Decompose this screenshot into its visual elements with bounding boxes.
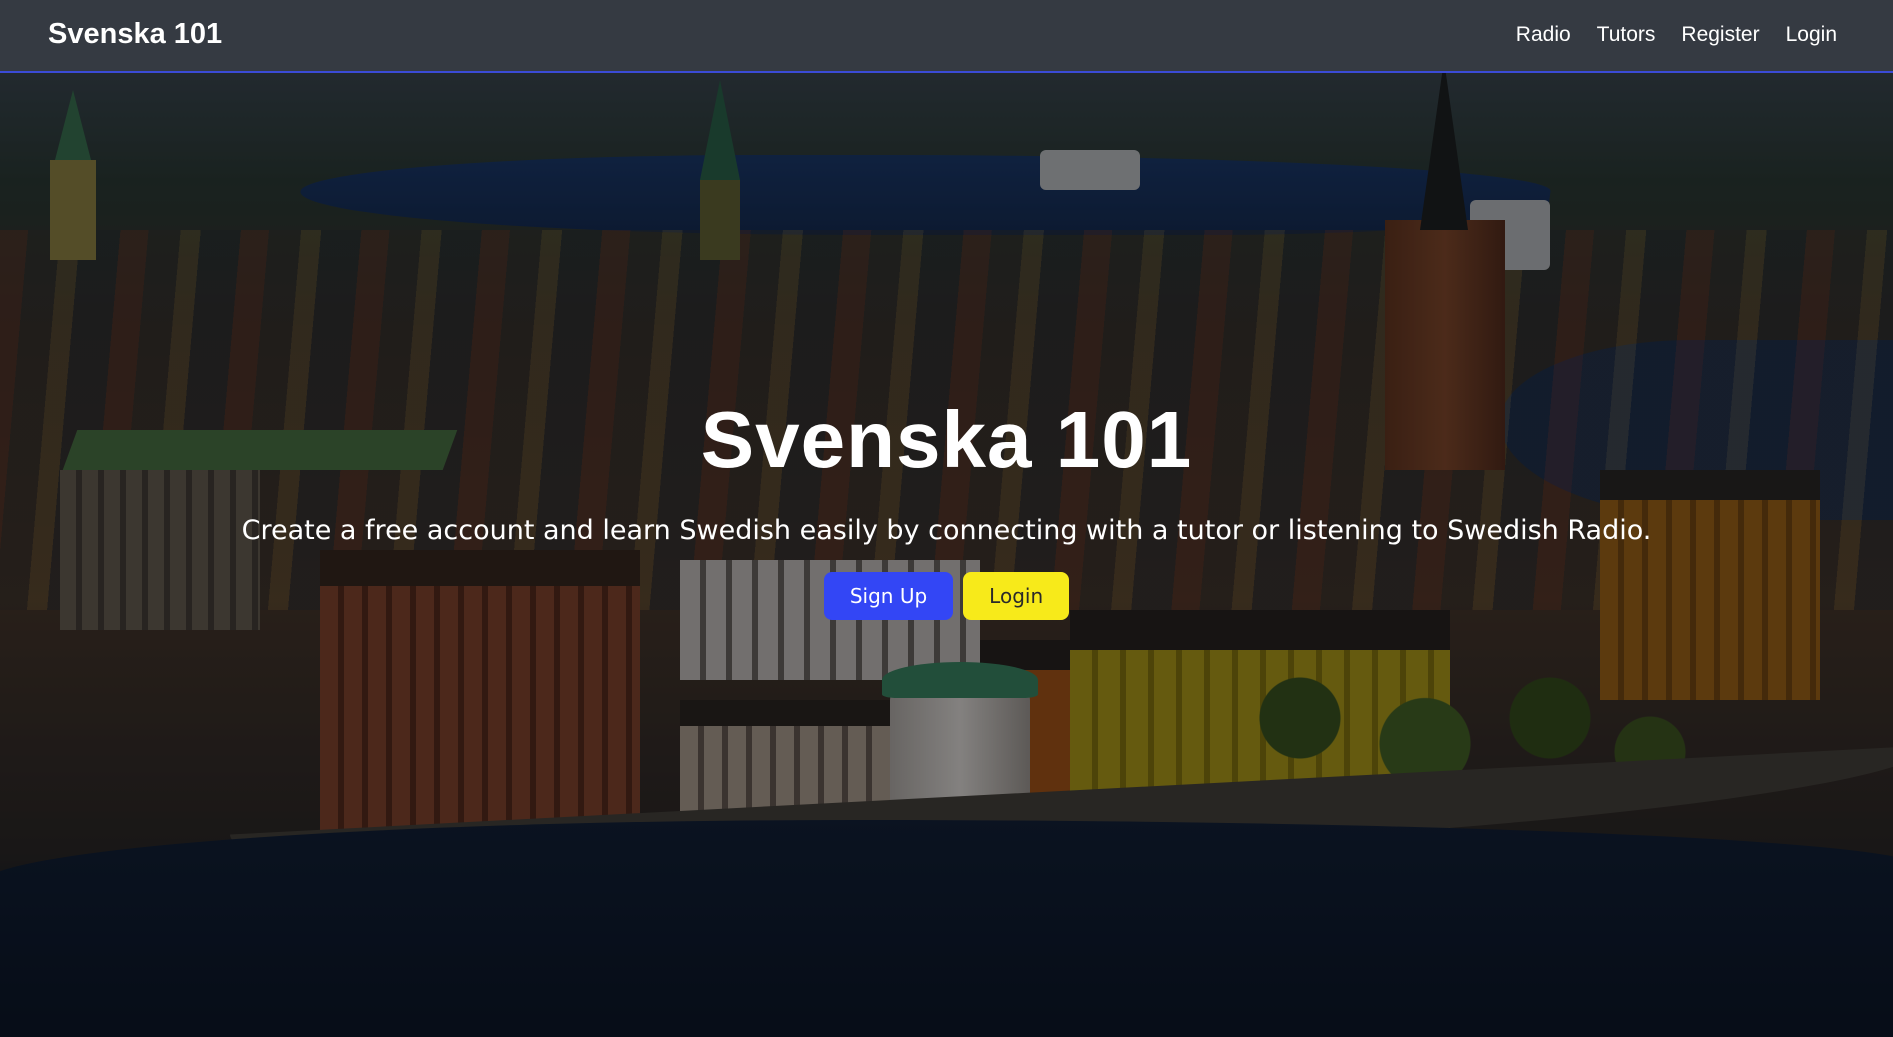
nav-link-tutors[interactable]: Tutors (1595, 22, 1658, 48)
navbar: Svenska 101 Radio Tutors Register Login (0, 0, 1893, 73)
login-button[interactable]: Login (963, 572, 1070, 620)
nav-link-register[interactable]: Register (1679, 22, 1761, 48)
hero-buttons: Sign Up Login (0, 572, 1893, 620)
brand-logo-link[interactable]: Svenska 101 (48, 17, 222, 51)
hero-subtitle: Create a free account and learn Swedish … (241, 515, 1652, 546)
nav-link-login[interactable]: Login (1784, 22, 1839, 48)
sign-up-button[interactable]: Sign Up (823, 572, 954, 620)
nav-links: Radio Tutors Register Login (1492, 22, 1839, 48)
hero-title: Svenska 101 (700, 395, 1193, 484)
hero-section: Svenska 101 Create a free account and le… (0, 395, 1893, 620)
nav-link-radio[interactable]: Radio (1514, 22, 1573, 48)
